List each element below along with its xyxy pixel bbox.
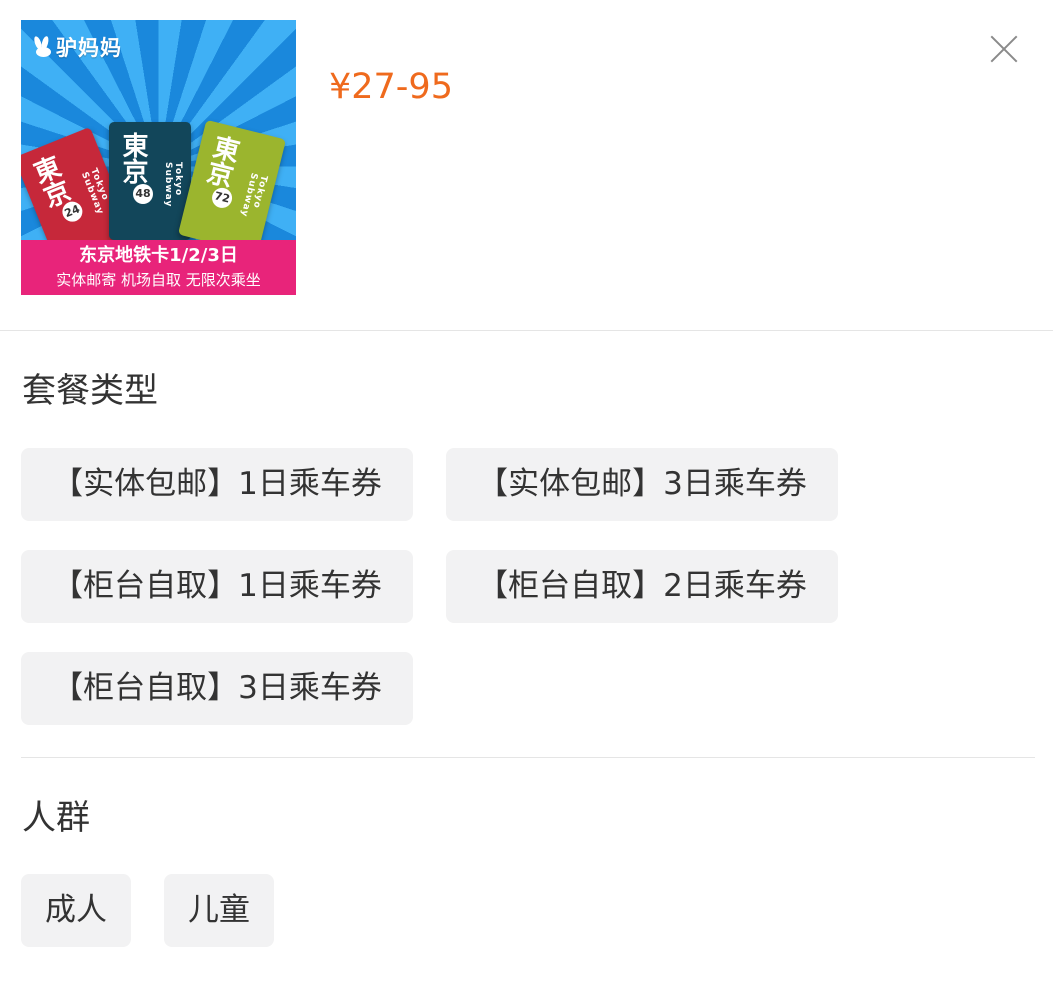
audience-option-child[interactable]: 儿童 [164,874,274,947]
thumbnail-banner: 东京地铁卡1/2/3日 实体邮寄 机场自取 无限次乘坐 [21,240,296,295]
sku-selector-sheet: 驴妈妈 東京 24 Tokyo Subway 東京 48 Tokyo Subwa… [0,0,1053,988]
package-type-title: 套餐类型 [22,371,158,411]
product-header: 驴妈妈 東京 24 Tokyo Subway 東京 48 Tokyo Subwa… [0,0,1053,331]
brand-logo: 驴妈妈 [33,32,122,62]
audience-title: 人群 [22,798,90,838]
card-hours-badge: 48 [133,184,153,204]
package-option[interactable]: 【实体包邮】1日乘车券 [21,448,413,521]
banner-title: 东京地铁卡1/2/3日 [79,245,238,266]
package-option[interactable]: 【柜台自取】1日乘车券 [21,550,413,623]
package-option[interactable]: 【实体包邮】3日乘车券 [446,448,838,521]
product-thumbnail: 驴妈妈 東京 24 Tokyo Subway 東京 48 Tokyo Subwa… [21,20,296,295]
package-option[interactable]: 【柜台自取】3日乘车券 [21,652,413,725]
audience-option-adult[interactable]: 成人 [21,874,131,947]
banner-subtitle: 实体邮寄 机场自取 无限次乘坐 [56,271,261,289]
subway-card-48h: 東京 48 Tokyo Subway [109,122,191,240]
card-hours-badge: 72 [209,185,235,211]
package-option[interactable]: 【柜台自取】2日乘车券 [446,550,838,623]
section-divider [21,757,1035,758]
price-range: ¥27-95 [329,67,453,107]
close-icon[interactable] [985,30,1023,68]
rabbit-logo-icon [33,36,53,58]
brand-name: 驴妈妈 [56,36,122,60]
